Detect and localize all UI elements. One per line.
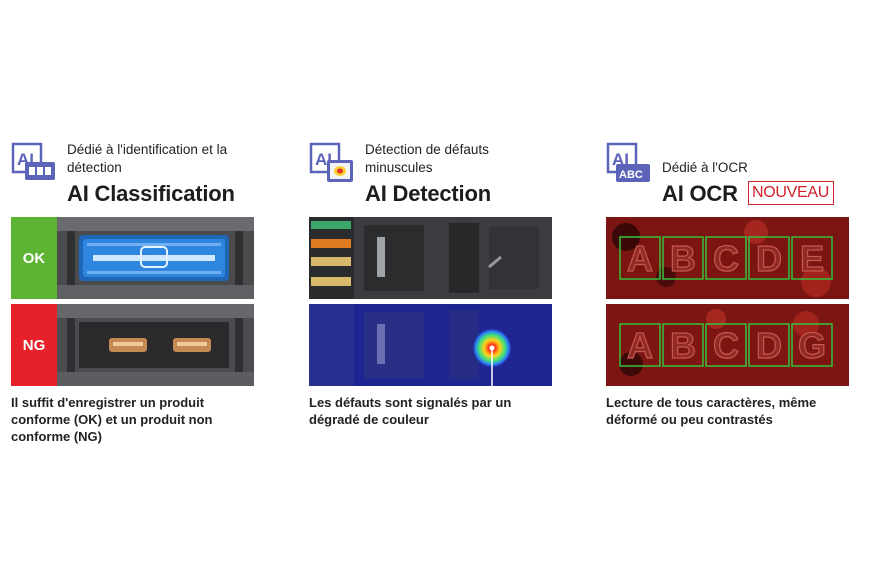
ai-classification-column: AI Dédié à l'identification et la détect…	[11, 138, 261, 444]
svg-text:ABC: ABC	[619, 169, 643, 181]
ng-label: NG	[11, 304, 57, 386]
column-subtitle: Dédié à l'OCR	[662, 160, 748, 175]
ocr-read-abcdg: ABCDG	[606, 304, 849, 386]
ng-sample-image: NG	[11, 304, 254, 386]
ocr-bottom-image: ABCDG	[606, 304, 849, 386]
ocr-char: G	[798, 325, 826, 366]
column-caption: Lecture de tous caractères, même déformé…	[606, 395, 817, 427]
ocr-char: E	[800, 238, 824, 279]
defect-heatmap-image	[309, 304, 552, 386]
ocr-char: C	[713, 238, 739, 279]
column-header: AI Détection de défauts minuscules AI De…	[309, 138, 559, 214]
ok-sample-image: OK	[11, 217, 254, 299]
column-title: AI Detection	[365, 181, 491, 206]
ocr-char: B	[670, 238, 696, 279]
ocr-char: D	[756, 325, 782, 366]
fuse-ng-photo	[57, 304, 254, 386]
heatmap-photo	[309, 304, 552, 386]
column-title: AI Classification	[67, 181, 235, 206]
column-header: AI Dédié à l'identification et la détect…	[11, 138, 261, 214]
ocr-top-image: ABCDE	[606, 217, 849, 299]
ocr-char: D	[756, 238, 782, 279]
ai-ocr-column: AI ABC Dédié à l'OCR AI OCR NOUVEAU ABCD…	[606, 138, 856, 427]
connector-photo	[309, 217, 552, 299]
column-caption: Les défauts sont signalés par un dégradé…	[309, 395, 512, 427]
ai-classification-icon: AI	[11, 142, 55, 180]
ai-ocr-icon: AI ABC	[606, 142, 650, 182]
ocr-char: C	[713, 325, 739, 366]
ocr-char: B	[670, 325, 696, 366]
ok-label: OK	[11, 217, 57, 299]
column-subtitle: Détection de défauts minuscules	[365, 142, 489, 175]
column-subtitle: Dédié à l'identification et la détection	[67, 142, 228, 175]
ocr-char: A	[627, 325, 653, 366]
ai-detection-column: AI Détection de défauts minuscules AI De…	[309, 138, 559, 427]
ocr-read-abcde: ABCDE	[606, 217, 849, 299]
ai-detection-icon: AI	[309, 142, 353, 182]
column-caption: Il suffit d'enregistrer un produit confo…	[11, 395, 213, 444]
connector-image	[309, 217, 552, 299]
new-badge: NOUVEAU	[748, 181, 835, 205]
column-title: AI OCR	[662, 181, 738, 206]
fuse-ok-photo	[57, 217, 254, 299]
column-header: AI ABC Dédié à l'OCR AI OCR NOUVEAU	[606, 138, 856, 214]
ocr-char: A	[627, 238, 653, 279]
